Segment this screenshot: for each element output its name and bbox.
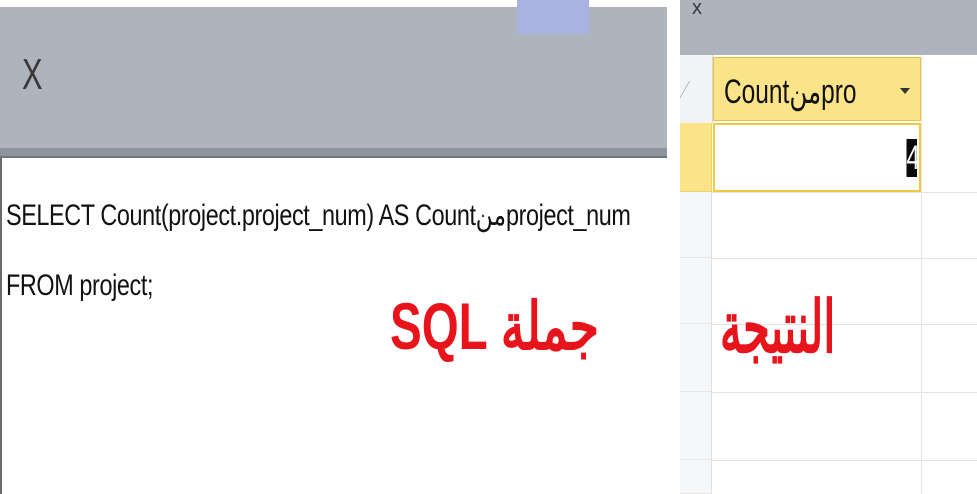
close-datasheet-button[interactable]: x (692, 0, 702, 18)
datasheet-titlebar: x (680, 0, 977, 55)
sql-view-panel: X SELECT Count(project.project_num) AS C… (0, 0, 667, 494)
sql-statement-caption: جملة SQL (390, 289, 599, 363)
result-datasheet-panel: x Countمنpro 4 النتيجة (680, 0, 977, 494)
grid-line (712, 192, 977, 193)
result-caption: النتيجة (720, 288, 836, 368)
sql-editor[interactable]: SELECT Count(project.project_num) AS Cou… (0, 158, 667, 494)
sql-view-separator (0, 148, 667, 158)
close-sql-view-button[interactable]: X (22, 53, 43, 97)
row-selector[interactable] (680, 460, 712, 494)
select-all-corner[interactable] (680, 55, 713, 123)
grid-line (712, 392, 977, 393)
chevron-down-icon[interactable] (900, 88, 910, 94)
row-selector[interactable] (680, 392, 712, 460)
column-header-label: Countمنpro (724, 73, 857, 111)
grid-line (712, 258, 977, 259)
result-cell-value: 4 (906, 139, 920, 177)
panel-gap (667, 0, 680, 494)
decorative-square (517, 0, 589, 34)
row-selector[interactable] (680, 324, 712, 392)
grid-line (712, 460, 977, 461)
grid-column-line (921, 55, 922, 494)
column-header-count[interactable]: Countمنpro (713, 57, 921, 121)
row-selector-new[interactable] (680, 192, 712, 258)
sql-line-from: FROM project; (6, 269, 154, 302)
row-selector[interactable] (680, 258, 712, 324)
result-cell[interactable]: 4 (713, 123, 921, 192)
row-selector-1[interactable] (680, 123, 712, 192)
sql-line-select: SELECT Count(project.project_num) AS Cou… (6, 199, 631, 232)
